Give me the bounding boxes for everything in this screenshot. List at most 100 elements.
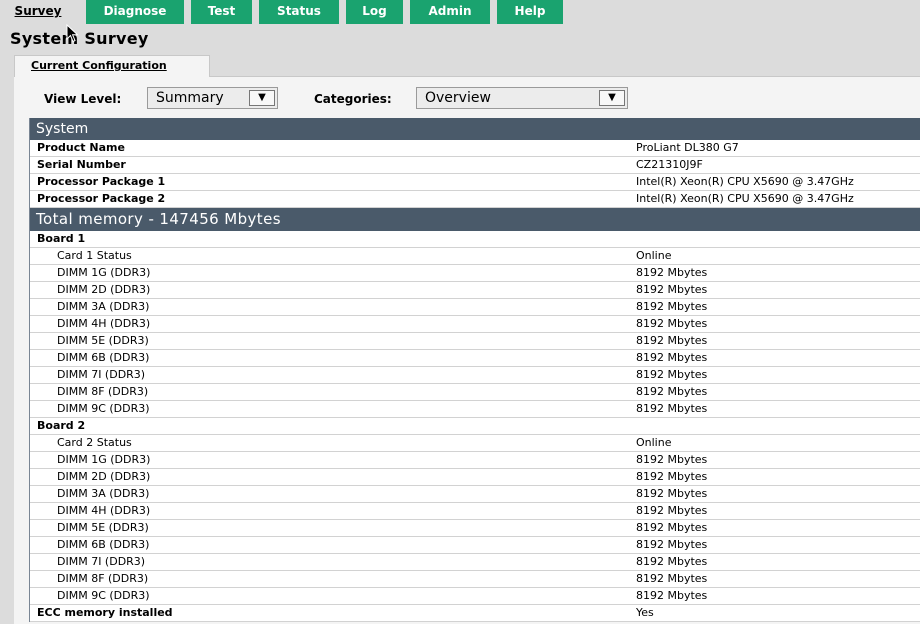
row-value: 8192 Mbytes: [636, 385, 708, 398]
view-level-value: Summary: [156, 90, 224, 106]
tab-survey[interactable]: Survey: [0, 0, 76, 24]
row-value: Intel(R) Xeon(R) CPU X5690 @ 3.47GHz: [636, 192, 854, 205]
row-key: Board 1: [37, 232, 86, 245]
row-value: 8192 Mbytes: [636, 283, 708, 296]
row-value: ProLiant DL380 G7: [636, 141, 739, 154]
board-label: Board 1: [30, 231, 920, 248]
table-row: DIMM 4H (DDR3) 8192 Mbytes: [30, 316, 920, 333]
row-key: DIMM 6B (DDR3): [57, 538, 150, 551]
table-row: DIMM 1G (DDR3) 8192 Mbytes: [30, 265, 920, 282]
row-key: DIMM 3A (DDR3): [57, 300, 150, 313]
row-value: 8192 Mbytes: [636, 572, 708, 585]
table-row: DIMM 1G (DDR3) 8192 Mbytes: [30, 452, 920, 469]
categories-select[interactable]: Overview ▼: [416, 87, 628, 109]
table-row: DIMM 4H (DDR3) 8192 Mbytes: [30, 503, 920, 520]
row-key: DIMM 3A (DDR3): [57, 487, 150, 500]
table-row: DIMM 2D (DDR3) 8192 Mbytes: [30, 469, 920, 486]
row-key: DIMM 9C (DDR3): [57, 402, 150, 415]
row-key: ECC memory installed: [37, 606, 173, 619]
row-key: DIMM 6B (DDR3): [57, 351, 150, 364]
table-row: Product Name ProLiant DL380 G7: [30, 140, 920, 157]
table-row: DIMM 2D (DDR3) 8192 Mbytes: [30, 282, 920, 299]
row-value: Online: [636, 249, 672, 262]
caret-down-icon[interactable]: ▼: [599, 90, 625, 106]
row-key: DIMM 5E (DDR3): [57, 521, 149, 534]
row-value: 8192 Mbytes: [636, 300, 708, 313]
row-key: Board 2: [37, 419, 86, 432]
table-row: DIMM 6B (DDR3) 8192 Mbytes: [30, 350, 920, 367]
table-row: Processor Package 1 Intel(R) Xeon(R) CPU …: [30, 174, 920, 191]
section-header-system: System: [30, 118, 920, 140]
tab-status[interactable]: Status: [259, 0, 339, 24]
row-key: DIMM 1G (DDR3): [57, 453, 151, 466]
table-row: Card 2 Status Online: [30, 435, 920, 452]
row-value: 8192 Mbytes: [636, 266, 708, 279]
row-value: 8192 Mbytes: [636, 470, 708, 483]
row-value: 8192 Mbytes: [636, 487, 708, 500]
row-value: 8192 Mbytes: [636, 402, 708, 415]
row-key: DIMM 4H (DDR3): [57, 317, 151, 330]
row-key: DIMM 5E (DDR3): [57, 334, 149, 347]
caret-down-icon[interactable]: ▼: [249, 90, 275, 106]
categories-value: Overview: [425, 90, 491, 106]
row-value: Yes: [636, 606, 654, 619]
categories-label: Categories:: [314, 92, 392, 106]
survey-table: System Product Name ProLiant DL380 G7 Ser…: [29, 118, 920, 622]
tab-diagnose[interactable]: Diagnose: [86, 0, 184, 24]
tab-help[interactable]: Help: [497, 0, 563, 24]
table-row: DIMM 9C (DDR3) 8192 Mbytes: [30, 588, 920, 605]
row-key: Processor Package 2: [37, 192, 166, 205]
row-value: 8192 Mbytes: [636, 453, 708, 466]
table-row: DIMM 8F (DDR3) 8192 Mbytes: [30, 384, 920, 401]
row-value: 8192 Mbytes: [636, 351, 708, 364]
top-navigation: Survey Diagnose Test Status Log Admin He…: [0, 0, 920, 24]
table-row: DIMM 3A (DDR3) 8192 Mbytes: [30, 299, 920, 316]
table-row: DIMM 7I (DDR3) 8192 Mbytes: [30, 367, 920, 384]
view-level-select[interactable]: Summary ▼: [147, 87, 278, 109]
row-key: DIMM 2D (DDR3): [57, 470, 151, 483]
board-label: Board 2: [30, 418, 920, 435]
row-key: DIMM 8F (DDR3): [57, 385, 149, 398]
view-level-label: View Level:: [44, 92, 122, 106]
row-key: DIMM 7I (DDR3): [57, 555, 146, 568]
mouse-pointer-icon: [66, 24, 79, 43]
row-value: 8192 Mbytes: [636, 334, 708, 347]
table-row: ECC memory installed Yes: [30, 605, 920, 622]
row-value: Online: [636, 436, 672, 449]
table-row: Processor Package 2 Intel(R) Xeon(R) CPU …: [30, 191, 920, 208]
row-key: DIMM 1G (DDR3): [57, 266, 151, 279]
section-header-total-memory: Total memory - 147456 Mbytes: [30, 208, 920, 231]
tab-test[interactable]: Test: [191, 0, 252, 24]
table-row: Serial Number CZ21310J9F: [30, 157, 920, 174]
tab-admin[interactable]: Admin: [410, 0, 490, 24]
row-value: Intel(R) Xeon(R) CPU X5690 @ 3.47GHz: [636, 175, 854, 188]
tab-log[interactable]: Log: [346, 0, 403, 24]
table-row: DIMM 9C (DDR3) 8192 Mbytes: [30, 401, 920, 418]
row-value: 8192 Mbytes: [636, 317, 708, 330]
table-row: Card 1 Status Online: [30, 248, 920, 265]
row-key: DIMM 7I (DDR3): [57, 368, 146, 381]
row-key: Serial Number: [37, 158, 126, 171]
row-key: Product Name: [37, 141, 125, 154]
table-row: DIMM 5E (DDR3) 8192 Mbytes: [30, 333, 920, 350]
row-value: 8192 Mbytes: [636, 538, 708, 551]
row-key: DIMM 9C (DDR3): [57, 589, 150, 602]
row-key: DIMM 8F (DDR3): [57, 572, 149, 585]
row-key: DIMM 2D (DDR3): [57, 283, 151, 296]
row-value: 8192 Mbytes: [636, 368, 708, 381]
table-row: DIMM 7I (DDR3) 8192 Mbytes: [30, 554, 920, 571]
table-row: DIMM 6B (DDR3) 8192 Mbytes: [30, 537, 920, 554]
row-value: 8192 Mbytes: [636, 589, 708, 602]
row-key: Processor Package 1: [37, 175, 166, 188]
table-row: DIMM 5E (DDR3) 8192 Mbytes: [30, 520, 920, 537]
row-value: 8192 Mbytes: [636, 504, 708, 517]
table-row: DIMM 3A (DDR3) 8192 Mbytes: [30, 486, 920, 503]
row-key: Card 1 Status: [57, 249, 132, 262]
row-key: DIMM 4H (DDR3): [57, 504, 151, 517]
row-value: 8192 Mbytes: [636, 521, 708, 534]
table-row: DIMM 8F (DDR3) 8192 Mbytes: [30, 571, 920, 588]
row-value: 8192 Mbytes: [636, 555, 708, 568]
tab-current-configuration[interactable]: Current Configuration: [14, 55, 210, 77]
row-value: CZ21310J9F: [636, 158, 703, 171]
row-key: Card 2 Status: [57, 436, 132, 449]
